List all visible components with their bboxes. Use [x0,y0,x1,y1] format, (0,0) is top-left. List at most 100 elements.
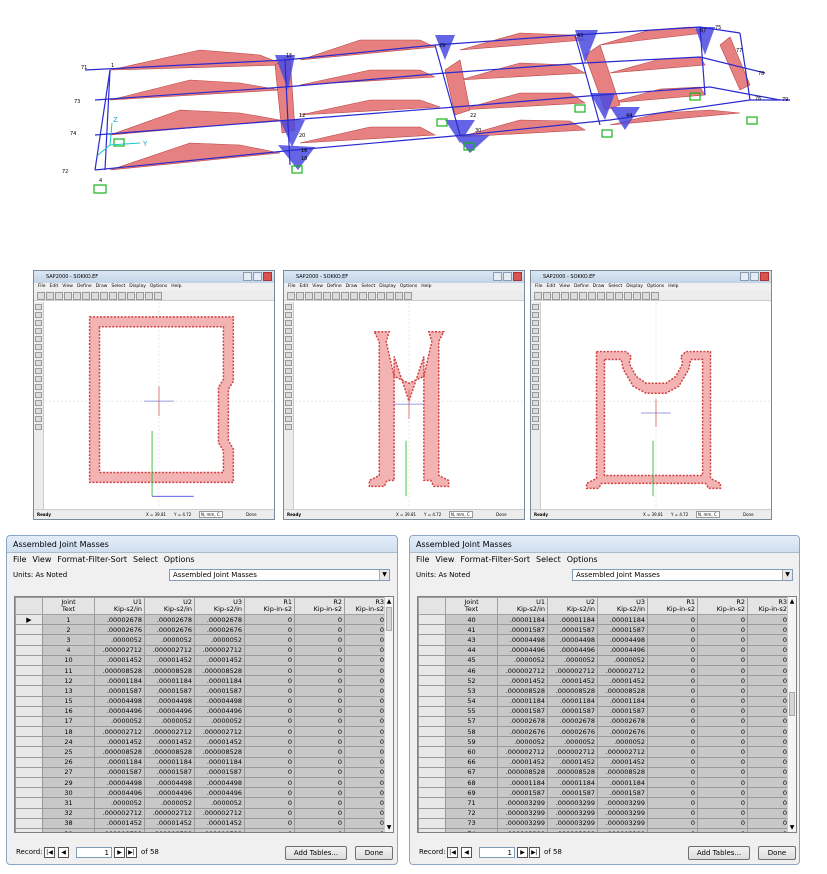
table-cell[interactable]: 0 [294,807,345,819]
menu-draw[interactable]: Draw [96,284,108,289]
column-header[interactable]: R1 Kip-in-s2 [244,597,295,615]
menu-view[interactable]: View [62,284,73,289]
table-cell[interactable]: 11 [42,664,95,677]
table-cell[interactable]: .0000052 [497,654,548,666]
table-cell[interactable]: 0 [647,715,698,728]
vertical-scrollbar[interactable]: ▲ ▼ [384,597,393,832]
side-tool-button[interactable] [285,384,292,390]
table-cell[interactable]: 0 [344,787,387,799]
table-row[interactable]: 29.00004498.00004498.00004498 0 0 0 [15,776,387,789]
table-cell[interactable]: .00001587 [194,685,245,697]
table-cell[interactable]: .00001452 [497,675,548,687]
tool-button[interactable] [305,292,313,300]
table-cell[interactable]: 0 [697,817,748,829]
table-cell[interactable]: 0 [244,644,295,656]
table-cell[interactable]: .00001587 [597,705,648,717]
table-cell[interactable]: 0 [647,634,698,646]
table-cell[interactable]: .0000052 [194,715,245,728]
row-selector[interactable] [15,766,43,779]
table-cell[interactable]: .00004496 [144,705,195,717]
table-cell[interactable]: .00001184 [144,675,195,687]
table-cell[interactable]: 0 [244,787,295,799]
table-row[interactable]: 66.00001452.00001452.00001452 0 0 0 [418,756,790,768]
table-cell[interactable]: 0 [294,776,345,789]
table-cell[interactable]: 0 [244,675,295,687]
table-cell[interactable]: .000002712 [194,644,245,656]
record-number-input[interactable]: 1 [76,847,112,858]
menu-display[interactable]: Display [626,284,643,289]
table-cell[interactable]: .00004496 [597,644,648,656]
menu-options[interactable]: Options [164,555,195,564]
table-cell[interactable]: .0000052 [497,736,548,748]
table-cell[interactable]: 13 [42,685,95,697]
tool-button[interactable] [386,292,394,300]
row-selector[interactable] [418,797,446,809]
row-selector[interactable] [418,766,446,779]
row-selector[interactable] [15,695,43,707]
table-row[interactable]: 55.00001587.00001587.00001587 0 0 0 [418,705,790,717]
table-cell[interactable]: 0 [747,644,790,656]
menu-view[interactable]: View [559,284,570,289]
table-cell[interactable]: .000002712 [497,664,548,677]
table-cell[interactable]: .00001452 [547,675,598,687]
table-cell[interactable]: 24 [42,736,95,748]
table-cell[interactable]: 0 [344,797,387,809]
table-row[interactable]: 40.00001184.00001184.00001184 0 0 0 [418,613,790,626]
table-row[interactable]: 67.000008528.000008528.000008528 0 0 0 [418,766,790,779]
table-cell[interactable]: 71 [445,797,498,809]
table-cell[interactable]: .00001587 [497,705,548,717]
column-header[interactable]: U2 Kip-s2/in [144,597,195,615]
table-cell[interactable]: 0 [244,624,295,636]
table-cell[interactable]: 0 [647,685,698,697]
table-cell[interactable]: 0 [647,827,698,832]
table-cell[interactable]: 31 [42,797,95,809]
table-cell[interactable]: .00001184 [194,675,245,687]
row-selector[interactable] [15,705,43,717]
table-cell[interactable]: .00001587 [144,766,195,779]
table-cell[interactable]: 0 [747,776,790,789]
table-cell[interactable]: 0 [294,644,345,656]
table-cell[interactable]: .00001184 [597,613,648,626]
column-header[interactable]: U3 Kip-s2/in [597,597,648,615]
table-cell[interactable]: 0 [344,664,387,677]
table-cell[interactable]: 0 [747,756,790,768]
table-cell[interactable]: .00004498 [94,776,145,789]
prev-record-icon[interactable]: ◀ [58,847,69,858]
table-cell[interactable]: .00001184 [497,776,548,789]
close-button[interactable] [760,272,769,281]
table-row[interactable]: 30.00004496.00004496.00004496 0 0 0 [15,787,387,799]
table-cell[interactable]: .00002678 [144,613,195,626]
table-cell[interactable]: .00004496 [144,787,195,799]
data-grid[interactable]: Joint Text U1 Kip-s2/in U2 Kip-s2/in U3 Kip-s2/… [14,596,394,833]
row-selector[interactable] [418,776,446,789]
table-cell[interactable]: .00001452 [144,654,195,666]
table-row[interactable]: 69.00001587.00001587.00001587 0 0 0 [418,787,790,799]
table-cell[interactable]: 0 [747,807,790,819]
table-cell[interactable]: 0 [244,695,295,707]
table-row[interactable]: 74.000003299.000003299.000003299000 [418,827,790,832]
table-cell[interactable]: .00001184 [497,695,548,707]
tool-button[interactable] [296,292,304,300]
table-cell[interactable]: 0 [294,797,345,809]
table-cell[interactable]: .000003299 [547,797,598,809]
sap2000-window-3[interactable]: SAP2000 - SOKKO.EF File Edit View Define Dra… [530,270,772,520]
table-cell[interactable]: .00002678 [194,613,245,626]
table-cell[interactable]: 0 [697,624,748,636]
side-tool-button[interactable] [285,328,292,334]
table-row[interactable]: 10.00001452.00001452.00001452 0 0 0 [15,654,387,666]
table-cell[interactable]: .00001184 [194,756,245,768]
side-tool-button[interactable] [285,352,292,358]
table-cell[interactable]: .000002712 [194,726,245,738]
menu-view[interactable]: View [32,555,51,564]
tool-button[interactable] [570,292,578,300]
side-tool-button[interactable] [532,392,539,398]
tool-button[interactable] [633,292,641,300]
row-selector[interactable] [15,715,43,728]
row-selector[interactable] [418,695,446,707]
table-cell[interactable]: 0 [747,766,790,779]
table-cell[interactable]: .00001452 [94,654,145,666]
table-cell[interactable]: .0000052 [94,797,145,809]
table-cell[interactable]: .00002676 [94,624,145,636]
side-tool-button[interactable] [532,344,539,350]
table-cell[interactable]: 0 [747,624,790,636]
